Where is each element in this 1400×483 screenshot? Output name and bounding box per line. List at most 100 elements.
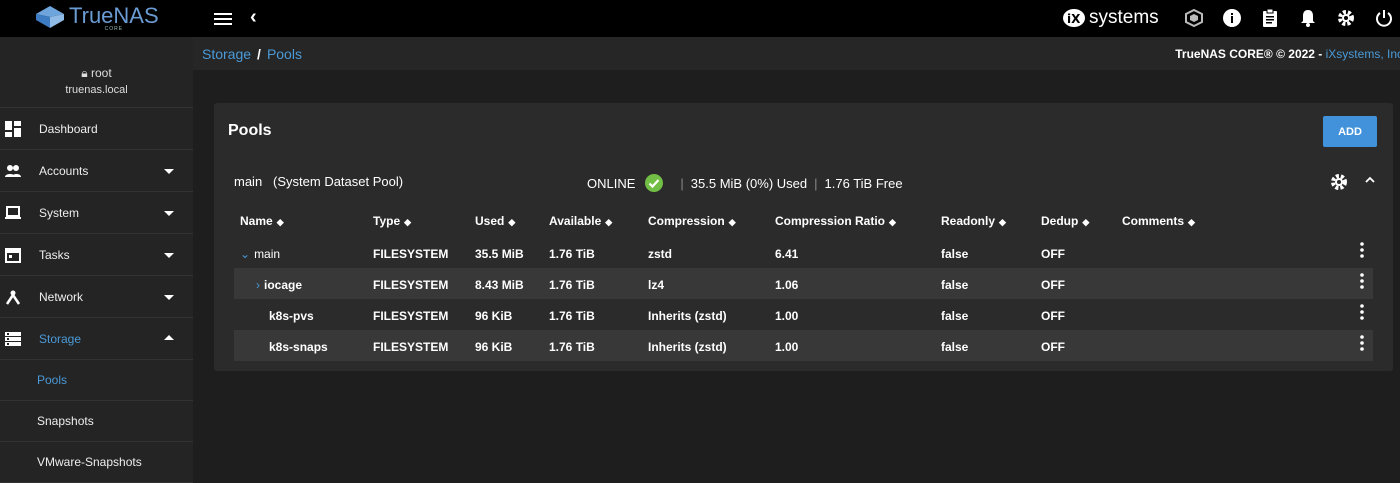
sidebar-subitem-vmware-snapshots[interactable]: VMware-Snapshots [0, 442, 193, 483]
more-vert-icon[interactable] [1360, 273, 1364, 289]
pool-free: 1.76 TiB Free [824, 175, 903, 191]
breadcrumb-bar: Storage / Pools TrueNAS CORE® © 2022 - iXs… [193, 37, 1400, 70]
page-title: Pools [228, 122, 272, 139]
dataset-readonly: false [941, 309, 969, 323]
sidebar-item-label: System [39, 205, 80, 220]
chevron-right-icon[interactable]: › [256, 278, 260, 292]
sort-icon: ◆ [276, 217, 284, 227]
username: 🔒︎ root [81, 66, 112, 80]
column-header-compression[interactable]: Compression ◆ [648, 214, 736, 228]
sidebar-item-label: Storage [39, 331, 82, 346]
ixsystems-link[interactable]: iXsystems, Inc [1326, 47, 1400, 61]
clipboard-icon[interactable] [1260, 8, 1280, 28]
column-header-comments[interactable]: Comments ◆ [1122, 214, 1195, 228]
pools-card: Pools ADD main (System Dataset Pool) ONL… [214, 103, 1393, 371]
dataset-name: ⌄ main [240, 247, 281, 261]
sidebar-item-label: Dashboard [39, 121, 98, 136]
sidebar-item-dashboard[interactable]: Dashboard [0, 108, 193, 150]
sidebar-item-label: Network [39, 289, 84, 304]
more-vert-icon[interactable] [1360, 335, 1364, 351]
sidebar-item-accounts[interactable]: Accounts [0, 150, 193, 192]
top-bar: TrueNAS CORE ‹ iX systems [0, 0, 1400, 37]
sidebar: 🔒︎ root truenas.local Dashboard Accounts… [0, 37, 193, 483]
breadcrumb-pools[interactable]: Pools [267, 46, 302, 62]
dataset-type: FILESYSTEM [373, 309, 449, 323]
bell-icon[interactable] [1298, 8, 1318, 28]
network-icon [5, 290, 21, 305]
dataset-used: 35.5 MiB [475, 247, 524, 261]
column-header-type[interactable]: Type ◆ [373, 214, 411, 228]
table-row[interactable]: k8s-snaps FILESYSTEM 96 KiB 1.76 TiB Inh… [234, 330, 1373, 361]
more-vert-icon[interactable] [1360, 304, 1364, 320]
dataset-type: FILESYSTEM [373, 340, 449, 354]
power-icon[interactable] [1374, 8, 1394, 28]
caret-down-icon [164, 211, 174, 216]
pool-name: main (System Dataset Pool) [234, 174, 404, 189]
sort-icon: ◆ [728, 217, 736, 227]
dataset-dedup: OFF [1041, 247, 1065, 261]
ixsystems-logo[interactable]: iX systems [1062, 7, 1159, 29]
dataset-dedup: OFF [1041, 278, 1065, 292]
table-row[interactable]: › iocage FILESYSTEM 8.43 MiB 1.76 TiB lz4… [234, 268, 1373, 299]
dataset-available: 1.76 TiB [549, 340, 595, 354]
copyright: TrueNAS CORE® © 2022 - iXsystems, Inc [1175, 47, 1400, 61]
table-header: Name ◆ Type ◆ Used ◆ Available ◆ Compression… [214, 210, 1393, 232]
calendar-icon [5, 248, 21, 263]
lock-icon: 🔒︎ [81, 66, 88, 80]
table-row[interactable]: k8s-pvs FILESYSTEM 96 KiB 1.76 TiB Inher… [234, 299, 1373, 330]
sidebar-item-system[interactable]: System [0, 192, 193, 234]
sidebar-item-storage[interactable]: Storage [0, 318, 193, 360]
dataset-compression: Inherits (zstd) [648, 309, 727, 323]
column-header-dedup[interactable]: Dedup ◆ [1041, 214, 1089, 228]
sidebar-item-label: Accounts [39, 163, 89, 178]
caret-down-icon [164, 169, 174, 174]
sort-icon: ◆ [1082, 217, 1090, 227]
dataset-ratio: 1.06 [775, 278, 799, 292]
dataset-dedup: OFF [1041, 309, 1065, 323]
sidebar-item-tasks[interactable]: Tasks [0, 234, 193, 276]
sort-icon: ◆ [889, 217, 896, 227]
truenas-logo[interactable]: TrueNAS CORE [35, 5, 159, 32]
chevron-down-icon[interactable]: ⌄ [240, 247, 250, 261]
pool-role: (System Dataset Pool) [273, 174, 404, 189]
dataset-available: 1.76 TiB [549, 309, 595, 323]
more-vert-icon[interactable] [1360, 242, 1364, 258]
column-header-used[interactable]: Used ◆ [475, 214, 515, 228]
table-row[interactable]: ⌄ main FILESYSTEM 35.5 MiB 1.76 TiB zstd … [234, 237, 1373, 268]
dataset-name: k8s-pvs [269, 309, 314, 323]
status-text: ONLINE [587, 175, 636, 191]
sidebar-item-network[interactable]: Network [0, 276, 193, 318]
sidebar-subitem-pools[interactable]: Pools [0, 360, 193, 401]
gear-icon[interactable] [1336, 8, 1356, 28]
sidebar-subitem-label: Snapshots [37, 414, 94, 428]
menu-toggle-icon[interactable] [214, 10, 232, 26]
caret-down-icon [164, 253, 174, 258]
chevron-left-icon[interactable]: ‹ [250, 6, 257, 29]
dataset-used: 96 KiB [475, 309, 513, 323]
breadcrumb: Storage / Pools [202, 46, 302, 62]
column-header-readonly[interactable]: Readonly ◆ [941, 214, 1006, 228]
pool-settings-gear-icon[interactable] [1330, 173, 1348, 191]
sidebar-item-label: Tasks [39, 247, 70, 262]
breadcrumb-separator: / [257, 46, 261, 62]
pool-status: ONLINE | 35.5 MiB (0%) Used | 1.76 TiB F… [587, 174, 903, 192]
pool-header: main (System Dataset Pool) ONLINE | 35.5… [214, 159, 1393, 203]
caret-up-icon [164, 335, 174, 340]
chevron-up-icon[interactable] [1364, 174, 1376, 186]
dataset-compression: zstd [648, 247, 672, 261]
vendor-name: systems [1089, 7, 1159, 28]
column-header-available[interactable]: Available ◆ [549, 214, 612, 228]
info-icon[interactable] [1222, 8, 1242, 28]
dataset-readonly: false [941, 340, 969, 354]
sidebar-subitem-snapshots[interactable]: Snapshots [0, 401, 193, 442]
truecommand-icon[interactable] [1184, 8, 1204, 28]
add-button[interactable]: ADD [1323, 116, 1377, 147]
dataset-ratio: 6.41 [775, 247, 799, 261]
dataset-available: 1.76 TiB [549, 278, 595, 292]
dataset-readonly: false [941, 278, 969, 292]
check-circle-icon [645, 174, 664, 192]
breadcrumb-storage[interactable]: Storage [202, 46, 251, 62]
column-header-name[interactable]: Name ◆ [240, 214, 284, 228]
hostname: truenas.local [65, 84, 128, 96]
column-header-compression-ratio[interactable]: Compression Ratio ◆ [775, 214, 896, 228]
